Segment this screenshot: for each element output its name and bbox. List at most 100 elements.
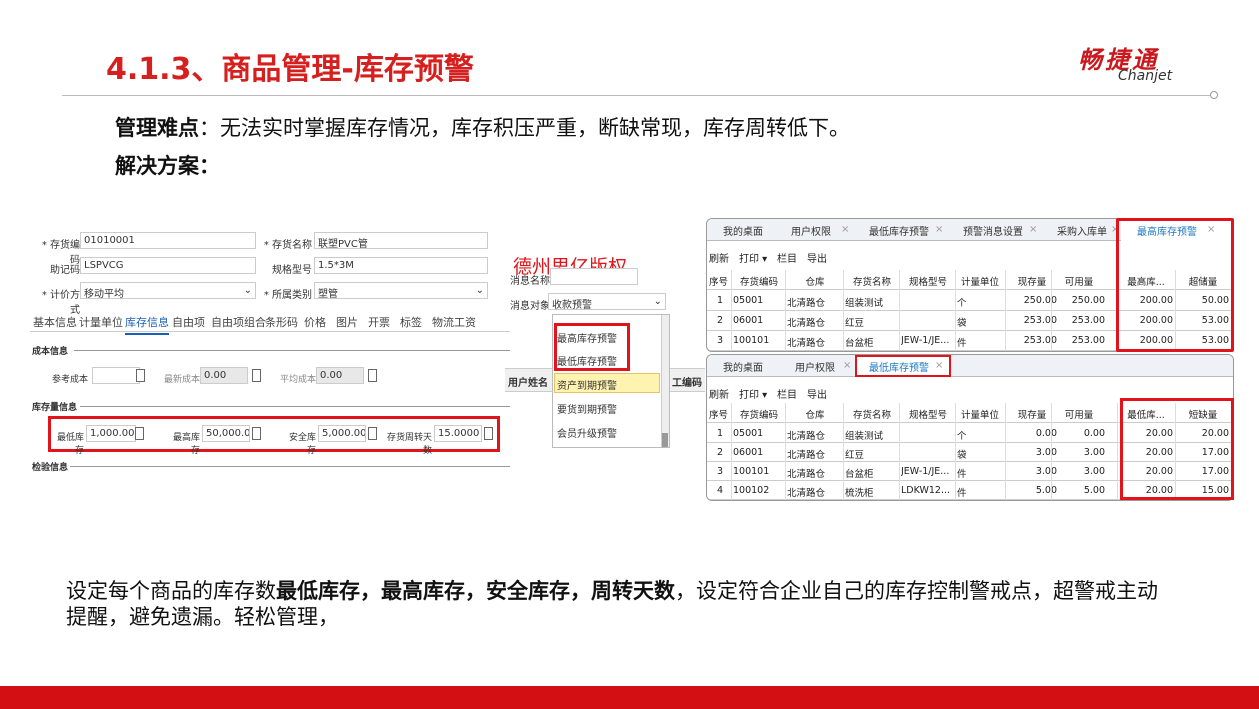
- table-cell: 3.00: [1083, 466, 1105, 477]
- calculator-icon[interactable]: [484, 427, 493, 440]
- column-divider: [899, 270, 900, 351]
- msg-target-select[interactable]: 收款预警 ⌄: [548, 293, 666, 310]
- difficulty-line: 管理难点：无法实时掌握库存情况，库存积压严重，断缺常现，库存周转低下。: [115, 112, 850, 142]
- chevron-down-icon: ⌄: [475, 285, 484, 296]
- export-button[interactable]: 导出: [807, 386, 827, 401]
- table-cell: 100101: [733, 335, 770, 346]
- tab-free-combo[interactable]: 自由项组合: [211, 314, 266, 330]
- calculator-icon[interactable]: [368, 427, 377, 440]
- section-divider: [80, 406, 510, 407]
- table-cell: 北清路仓: [787, 450, 826, 461]
- spec-input[interactable]: 1.5*3M: [314, 257, 488, 274]
- safe-stock-input[interactable]: 5,000.00: [318, 425, 366, 442]
- column-header: 规格型号: [908, 277, 947, 288]
- tab-min-alert[interactable]: 最低库存预警: [863, 223, 935, 238]
- table-cell: 北清路仓: [787, 318, 826, 329]
- table-cell: 台盆柜: [845, 469, 874, 480]
- tab-free-item[interactable]: 自由项: [172, 314, 205, 330]
- table-cell: 梳洗柜: [845, 488, 874, 499]
- msg-name-input[interactable]: [550, 268, 638, 285]
- column-divider: [731, 403, 732, 500]
- table-cell: 0.00: [1035, 428, 1057, 439]
- dropdown-scrollbar[interactable]: [661, 315, 669, 447]
- table-cell: 件: [957, 338, 967, 349]
- table-cell: 06001: [733, 315, 764, 326]
- ref-cost-input[interactable]: [92, 367, 140, 384]
- header-divider: [62, 95, 1214, 96]
- tab-purchase-in[interactable]: 采购入库单: [1051, 223, 1113, 238]
- option-member-upgrade-alert[interactable]: 会员升级预警: [557, 425, 617, 440]
- column-header: 仓库: [805, 410, 825, 421]
- export-button[interactable]: 导出: [807, 250, 827, 265]
- table-cell: 北清路仓: [787, 469, 826, 480]
- summary-bold: 最低库存，最高库存，安全库存，周转天数: [276, 579, 675, 603]
- code-col: 工编码: [672, 378, 702, 389]
- calculator-icon[interactable]: [252, 369, 261, 382]
- tab-permissions[interactable]: 用户权限: [789, 359, 841, 374]
- tab-stock[interactable]: 库存信息: [125, 314, 169, 335]
- option-order-expiry-alert[interactable]: 要货到期预警: [557, 401, 617, 416]
- tab-desktop[interactable]: 我的桌面: [717, 359, 769, 374]
- print-button[interactable]: 打印 ▾: [739, 250, 767, 265]
- table-cell: 袋: [957, 318, 967, 329]
- table-cell: 5.00: [1035, 485, 1057, 496]
- tab-basic[interactable]: 基本信息: [33, 314, 77, 330]
- column-header: 序号: [709, 410, 729, 421]
- table-cell: 253.00: [1023, 315, 1057, 326]
- calculator-icon[interactable]: [136, 369, 145, 382]
- mnemonic-label: 助记码: [50, 265, 80, 276]
- table-cell: 3: [716, 466, 724, 477]
- table-cell: 06001: [733, 447, 764, 458]
- table-cell: 253.00: [1071, 335, 1105, 346]
- tab-min-alert[interactable]: 最低库存预警: [863, 359, 935, 374]
- close-icon[interactable]: ×: [1029, 224, 1037, 235]
- name-input[interactable]: 联塑PVC管: [314, 232, 488, 249]
- category-select[interactable]: 塑管 ⌄: [314, 282, 488, 299]
- column-divider: [1051, 270, 1052, 351]
- table-cell: 05001: [733, 428, 764, 439]
- table-cell: JEW-1/JE...: [901, 335, 950, 346]
- column-divider: [899, 403, 900, 500]
- calculator-icon[interactable]: [252, 427, 261, 440]
- close-icon[interactable]: ×: [843, 360, 851, 371]
- column-divider: [785, 403, 786, 500]
- refresh-button[interactable]: 刷新: [709, 250, 729, 265]
- calculator-icon[interactable]: [368, 369, 377, 382]
- close-icon[interactable]: ×: [935, 224, 943, 235]
- column-divider: [1117, 403, 1118, 500]
- calculator-icon[interactable]: [135, 427, 144, 440]
- print-button[interactable]: 打印 ▾: [739, 386, 767, 401]
- tab-unit[interactable]: 计量单位: [79, 314, 123, 330]
- table-cell: 台盆柜: [845, 338, 874, 349]
- close-icon[interactable]: ×: [841, 224, 849, 235]
- valuation-select[interactable]: 移动平均 ⌄: [80, 282, 256, 299]
- code-input[interactable]: 01010001: [80, 232, 256, 249]
- name-label: * 存货名称: [263, 240, 312, 251]
- columns-button[interactable]: 栏目: [777, 250, 797, 265]
- tab-alert-settings[interactable]: 预警消息设置: [957, 223, 1029, 238]
- tab-image[interactable]: 图片: [336, 314, 358, 330]
- table-cell: 3.00: [1035, 466, 1057, 477]
- scrollbar-thumb[interactable]: [662, 433, 668, 447]
- refresh-button[interactable]: 刷新: [709, 386, 729, 401]
- column-divider: [731, 270, 732, 351]
- turnover-days-input[interactable]: 15.0000: [434, 425, 482, 442]
- mnemonic-input[interactable]: LSPVCG: [80, 257, 256, 274]
- solution-label: 解决方案：: [115, 154, 220, 178]
- table-cell: 3.00: [1083, 447, 1105, 458]
- tab-tag[interactable]: 标签: [400, 314, 422, 330]
- tab-desktop[interactable]: 我的桌面: [717, 223, 769, 238]
- min-stock-input[interactable]: 1,000.00: [86, 425, 136, 442]
- tab-price[interactable]: 价格: [304, 314, 326, 330]
- column-header: 存货名称: [852, 277, 891, 288]
- option-asset-expiry-alert[interactable]: 资产到期预警: [557, 377, 617, 392]
- max-stock-input[interactable]: 50,000.00: [202, 425, 250, 442]
- min-stock-label: 最低库存: [56, 433, 84, 456]
- tab-logistics[interactable]: 物流工资: [432, 314, 476, 330]
- tab-invoice[interactable]: 开票: [368, 314, 390, 330]
- close-icon[interactable]: ×: [935, 360, 943, 371]
- tab-permissions[interactable]: 用户权限: [785, 223, 837, 238]
- columns-button[interactable]: 栏目: [777, 386, 797, 401]
- max-stock-label: 最高库存: [172, 433, 200, 456]
- tab-barcode[interactable]: 条形码: [265, 314, 298, 330]
